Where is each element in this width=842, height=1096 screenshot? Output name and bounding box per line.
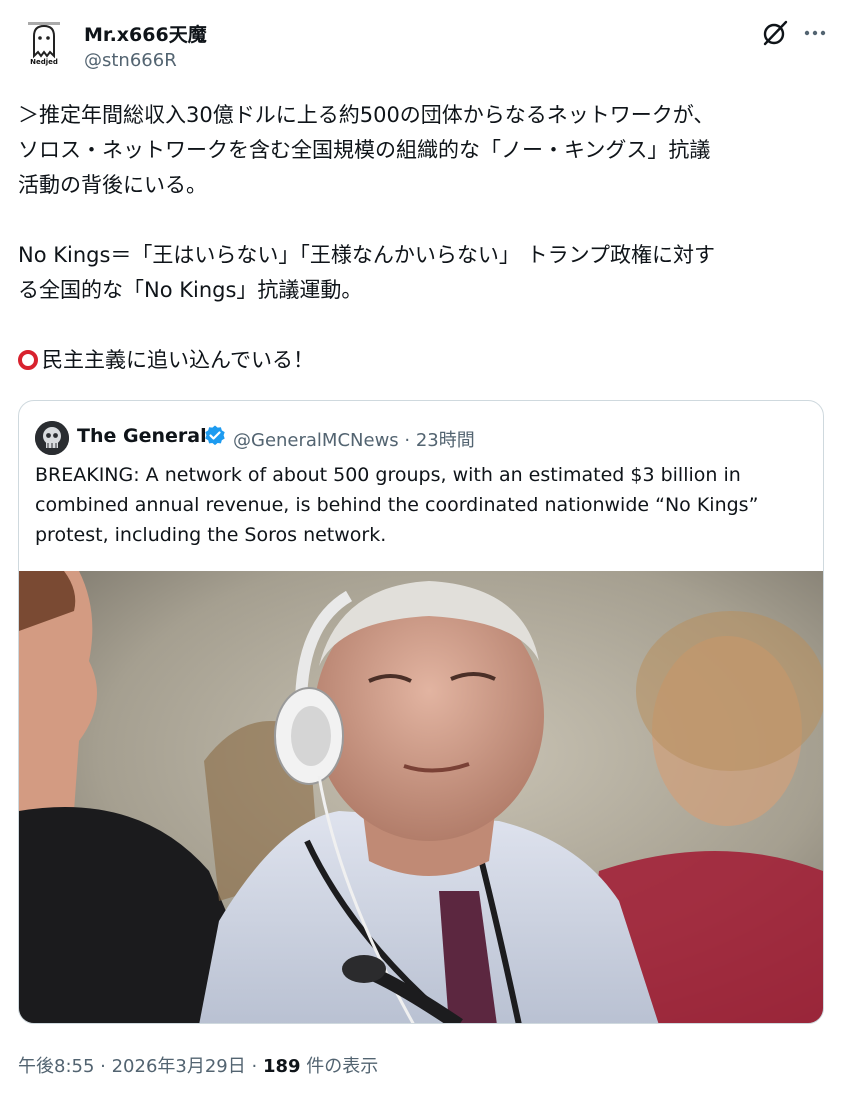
author-name[interactable]: Mr.x666天魔 [84, 20, 207, 47]
post-time[interactable]: 午後8:55 [18, 1056, 94, 1077]
author-avatar[interactable]: Nedjed [18, 16, 70, 68]
grok-icon [763, 20, 788, 46]
quote-timestamp[interactable]: 23時間 [416, 430, 475, 451]
post-line: ＞推定年間総収入30億ドルに上る約500の団体からなるネットワークが、 [18, 103, 715, 127]
quote-author-handle[interactable]: @GeneralMCNews [233, 430, 399, 451]
views-label: 件の表示 [306, 1056, 379, 1077]
post-line: 活動の背後にいる。 [18, 173, 207, 197]
quote-author-avatar[interactable] [35, 421, 69, 455]
photo-image [19, 571, 823, 1023]
quote-line: BREAKING: A network of about 500 groups,… [35, 464, 741, 486]
quote-line: protest, including the Soros network. [35, 524, 387, 546]
tweet: Nedjed Mr.x666天魔 @stn666R ＞推定年間総収入30億ドルに… [0, 0, 842, 1096]
post-date[interactable]: 2026年3月29日 [112, 1056, 246, 1077]
verified-badge-icon [203, 424, 227, 448]
avatar-caption: Nedjed [30, 58, 58, 66]
skull-avatar-image [35, 421, 69, 455]
quote-line: combined annual revenue, is behind the c… [35, 494, 759, 516]
quote-text: BREAKING: A network of about 500 groups,… [35, 460, 805, 550]
grok-button[interactable] [760, 18, 790, 48]
quote-photo[interactable] [19, 571, 823, 1023]
post-line: No Kings＝「王はいらない」「王様なんかいらない」 トランプ政権に対す [18, 243, 715, 267]
more-options-button[interactable] [800, 18, 830, 48]
red-circle-emoji [18, 350, 38, 370]
post-line-text: 民主主義に追い込んでいる！ [42, 348, 314, 372]
post-line: ソロス・ネットワークを含む全国規模の組織的な「ノー・キングス」抗議 [18, 138, 711, 162]
quote-meta: @GeneralMCNews · 23時間 [233, 430, 475, 451]
quote-author-name[interactable]: The General [77, 425, 207, 447]
tweet-footer: 午後8:55 · 2026年3月29日 · 189 件の表示 [18, 1056, 379, 1077]
post-line: る全国的な「No Kings」抗議運動。 [18, 278, 363, 302]
more-options-icon [804, 30, 826, 36]
quoted-tweet-card[interactable]: The General @GeneralMCNews · 23時間 BREAKI… [18, 400, 824, 1024]
author-handle[interactable]: @stn666R [84, 50, 177, 71]
post-line-emoji: 民主主義に追い込んでいる！ [18, 343, 828, 378]
post-text: ＞推定年間総収入30億ドルに上る約500の団体からなるネットワークが、 ソロス・… [18, 98, 828, 378]
views-count: 189 [262, 1056, 301, 1077]
